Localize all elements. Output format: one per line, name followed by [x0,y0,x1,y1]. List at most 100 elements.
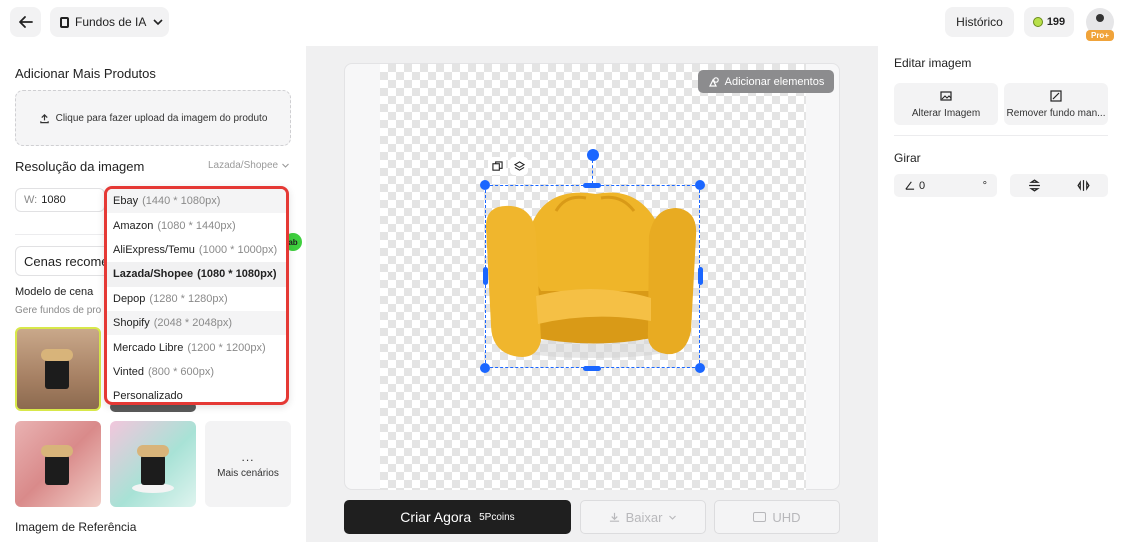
angle-icon [905,181,915,190]
resolution-option[interactable]: Ebay (1440 * 1080px) [107,189,286,214]
scene-thumbnail-selected[interactable] [15,327,101,411]
resolution-option[interactable]: Mercado Libre (1200 * 1200px) [107,335,286,359]
resolution-option[interactable]: Lazada/Shopee (1080 * 1080px) [107,262,286,287]
option-resolution: (1280 * 1280px) [149,292,228,305]
edit-image-title: Editar imagem [894,56,972,70]
resize-handle-top-right[interactable] [695,180,705,190]
more-scenes-button[interactable]: ... Mais cenários [205,421,291,507]
upload-label: Clique para fazer upload da imagem do pr… [55,112,268,124]
rotate-title: Girar [894,151,921,165]
resolution-option[interactable]: Amazon (1080 * 1440px) [107,213,286,237]
top-bar: Fundos de IA Histórico 199 Pro+ [0,0,1122,46]
history-button[interactable]: Histórico [945,7,1014,37]
flip-horizontal-icon[interactable] [1077,179,1090,192]
arrow-left-icon [18,16,33,28]
resolution-option[interactable]: Shopify (2048 * 2048px) [107,310,286,336]
scene-thumbnail[interactable] [15,421,101,507]
bottle-bow [41,349,73,361]
resolution-option[interactable]: Vinted (800 * 600px) [107,360,286,384]
chevron-down-icon [282,163,289,168]
create-now-button[interactable]: Criar Agora 5Pcoins [344,500,571,534]
resize-handle-right[interactable] [698,267,703,285]
option-resolution: (1080 * 1440px) [157,219,236,232]
option-name: Mercado Libre [113,341,184,354]
option-name: Depop [113,292,146,305]
resolution-option[interactable]: Depop (1280 * 1280px) [107,287,286,311]
product-selection[interactable] [485,185,700,368]
more-scenes-label: Mais cenários [217,467,279,479]
download-button[interactable]: Baixar [580,500,706,534]
armchair-image [486,192,697,358]
layers-icon [513,160,525,171]
width-value: 1080 [41,194,66,206]
remove-background-button[interactable]: Remover fundo man... [1004,83,1108,125]
resize-handle-bottom-right[interactable] [695,363,705,373]
scene-thumbnail[interactable] [110,421,196,507]
shapes-icon [708,76,719,87]
width-field[interactable]: W: 1080 [15,188,105,212]
perfume-bottle [141,455,165,485]
chevron-down-icon [153,19,163,26]
add-products-title: Adicionar Mais Produtos [15,66,156,81]
left-panel: Adicionar Mais Produtos Clique para faze… [0,46,306,542]
resolution-dropdown: Ebay (1440 * 1080px) Amazon (1080 * 1440px)… [104,186,289,405]
alter-image-label: Alterar Imagem [911,107,981,119]
option-name: Shopify [113,317,150,330]
width-label: W: [24,194,38,206]
resolution-option[interactable]: Personalizado [107,384,286,403]
uhd-button[interactable]: UHD [714,500,840,534]
resize-handle-left[interactable] [483,267,488,285]
history-label: Histórico [956,15,1003,29]
degree-symbol: ° [982,179,987,192]
scenes-select[interactable]: Cenas recome [15,246,115,276]
perfume-bottle [45,455,69,485]
rotate-handle[interactable] [587,149,599,161]
chevron-down-icon [669,515,677,520]
flip-vertical-icon[interactable] [1028,179,1041,192]
coins-value: 199 [1046,16,1066,28]
resolution-selected: Lazada/Shopee [208,160,279,171]
create-cost: 5Pcoins [479,511,515,523]
option-resolution: (1200 * 1200px) [187,341,266,354]
right-panel: Editar imagem Alterar Imagem Remover fun… [878,46,1122,542]
resolution-option[interactable]: AliExpress/Temu (1000 * 1000px) [107,238,286,262]
resize-handle-bottom-left[interactable] [480,363,490,373]
upload-icon [39,113,49,123]
more-dots: ... [241,449,255,464]
hd-icon [753,512,767,522]
duplicate-button[interactable] [488,157,506,175]
upload-area[interactable]: Clique para fazer upload da imagem do pr… [15,90,291,146]
copy-icon [491,160,503,171]
alter-image-button[interactable]: Alterar Imagem [894,83,998,125]
tool-selector[interactable]: Fundos de IA [50,7,169,37]
flip-controls [1010,174,1108,197]
scenes-label: Cenas recome [24,253,109,269]
download-label: Baixar [625,509,663,525]
scene-model-subtitle: Gere fundos de pro [15,305,102,316]
option-name: AliExpress/Temu [113,243,195,256]
badge-text: ab [288,237,298,247]
option-resolution: (1000 * 1000px) [198,243,278,256]
coins-counter[interactable]: 199 [1024,7,1074,37]
tool-icon [60,16,69,28]
resolution-select[interactable]: Lazada/Shopee [208,160,290,171]
coin-icon [1032,17,1043,27]
bottle-bow [41,445,73,457]
resize-handle-top-left[interactable] [480,180,490,190]
back-button[interactable] [10,7,41,37]
layers-button[interactable] [510,157,528,175]
add-elements-button[interactable]: Adicionar elementos [698,70,834,93]
resolution-title: Resolução da imagem [15,159,145,174]
eraser-icon [1050,89,1062,102]
resolution-options: Ebay (1440 * 1080px) Amazon (1080 * 1440px)… [107,189,286,403]
bottle-bow [137,445,169,457]
option-name: Lazada/Shopee [113,268,194,281]
resize-handle-bottom[interactable] [583,366,601,371]
option-resolution: (1440 * 1080px) [142,195,221,208]
option-name: Personalizado [113,390,183,403]
rotate-angle-field[interactable]: 0 ° [894,174,997,197]
divider [894,135,1108,136]
create-label: Criar Agora [400,509,472,525]
option-name: Ebay [113,195,139,208]
option-resolution: (1080 * 1080px) [197,268,277,281]
